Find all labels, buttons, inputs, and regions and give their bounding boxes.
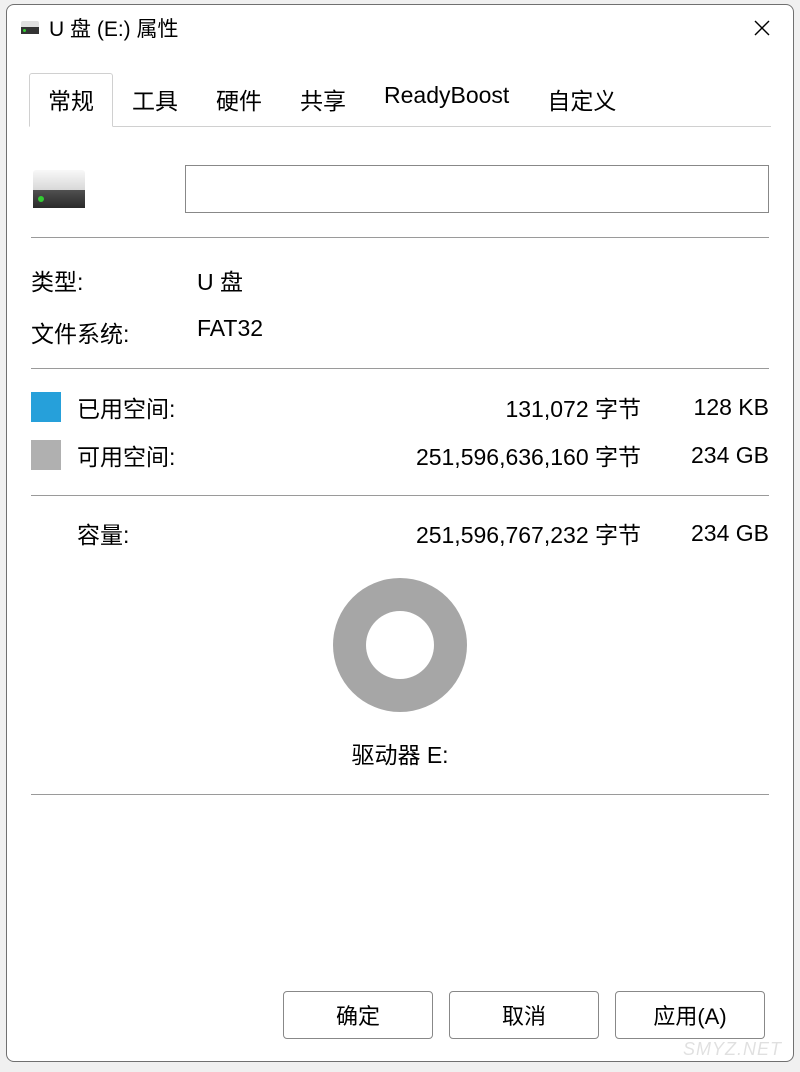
type-value: U 盘 <box>197 263 769 297</box>
apply-button[interactable]: 应用(A) <box>615 991 765 1039</box>
used-space-row: 已用空间: 131,072 字节 128 KB <box>31 383 769 431</box>
free-human: 234 GB <box>659 442 769 469</box>
free-bytes: 251,596,636,160 字节 <box>195 438 659 472</box>
drive-name-input[interactable] <box>185 165 769 213</box>
used-human: 128 KB <box>659 394 769 421</box>
cancel-button[interactable]: 取消 <box>449 991 599 1039</box>
type-section: 类型: U 盘 文件系统: FAT32 <box>31 238 769 369</box>
usage-chart <box>31 556 769 726</box>
used-bytes: 131,072 字节 <box>195 390 659 424</box>
window-title: U 盘 (E:) 属性 <box>49 13 739 43</box>
tab-general[interactable]: 常规 <box>29 73 113 127</box>
tab-tools[interactable]: 工具 <box>113 73 197 127</box>
used-swatch <box>31 392 61 422</box>
tab-hardware[interactable]: 硬件 <box>197 73 281 127</box>
capacity-section: 容量: 251,596,767,232 字节 234 GB 驱动器 E: <box>31 496 769 795</box>
drive-name-row <box>31 151 769 238</box>
tab-sharing[interactable]: 共享 <box>281 73 365 127</box>
tab-bar: 常规 工具 硬件 共享 ReadyBoost 自定义 <box>7 51 793 127</box>
properties-dialog: U 盘 (E:) 属性 常规 工具 硬件 共享 ReadyBoost 自定义 类… <box>6 4 794 1062</box>
close-icon <box>754 20 770 36</box>
type-label: 类型: <box>31 263 197 297</box>
drive-letter-label: 驱动器 E: <box>31 726 769 770</box>
drive-icon-large <box>33 170 85 208</box>
donut-chart <box>333 578 467 712</box>
capacity-row: 容量: 251,596,767,232 字节 234 GB <box>31 516 769 556</box>
free-label: 可用空间: <box>77 438 195 472</box>
tab-readyboost[interactable]: ReadyBoost <box>365 73 528 127</box>
capacity-bytes: 251,596,767,232 字节 <box>195 516 659 550</box>
title-bar: U 盘 (E:) 属性 <box>7 5 793 51</box>
capacity-label: 容量: <box>77 516 195 550</box>
space-section: 已用空间: 131,072 字节 128 KB 可用空间: 251,596,63… <box>31 369 769 496</box>
drive-icon <box>21 21 39 35</box>
dialog-buttons: 确定 取消 应用(A) <box>7 973 793 1061</box>
ok-button[interactable]: 确定 <box>283 991 433 1039</box>
tab-panel-general: 类型: U 盘 文件系统: FAT32 已用空间: 131,072 字节 128… <box>7 127 793 973</box>
capacity-human: 234 GB <box>659 520 769 547</box>
close-button[interactable] <box>739 5 785 51</box>
filesystem-label: 文件系统: <box>31 315 197 349</box>
free-swatch <box>31 440 61 470</box>
tab-customize[interactable]: 自定义 <box>528 73 635 127</box>
used-label: 已用空间: <box>77 390 195 424</box>
filesystem-value: FAT32 <box>197 315 769 349</box>
free-space-row: 可用空间: 251,596,636,160 字节 234 GB <box>31 431 769 479</box>
